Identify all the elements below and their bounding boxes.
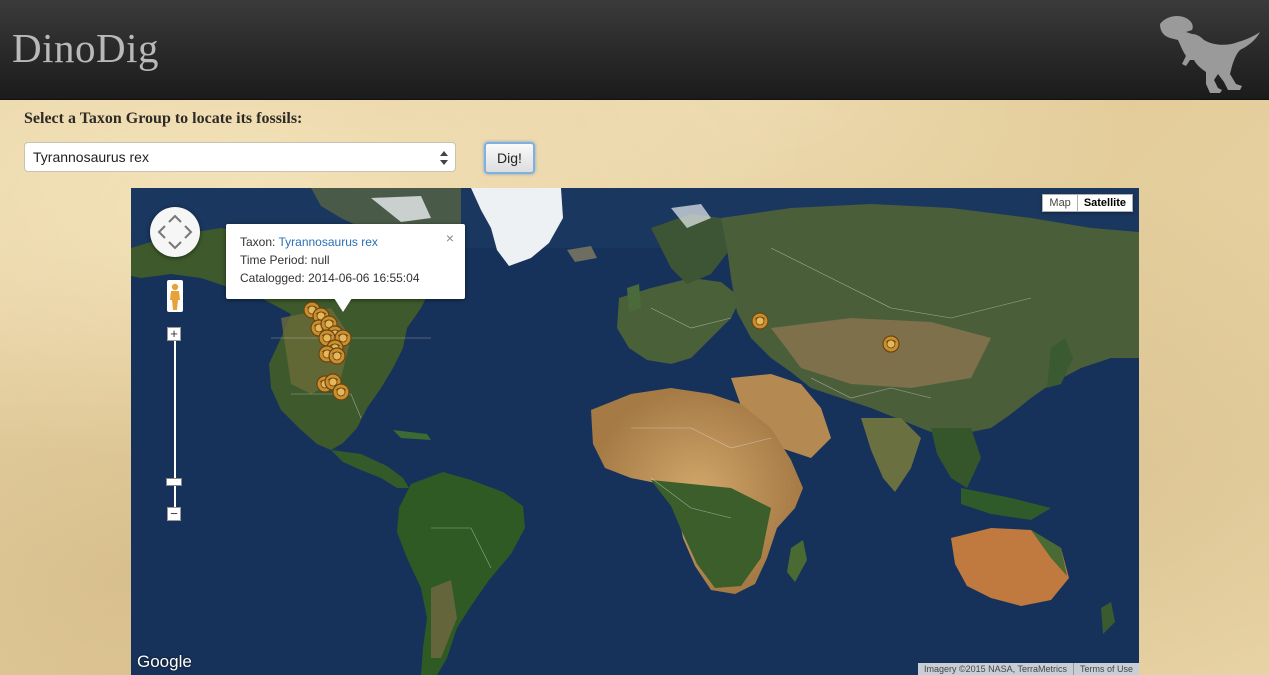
info-close-icon[interactable]: × [446,229,454,247]
site-header: DinoDig [0,0,1269,100]
info-catalogued-row: Catalogged: 2014-06-06 16:55:04 [240,269,451,287]
taxon-select-value: Tyrannosaurus rex [33,149,149,165]
info-window-tail [334,298,352,312]
fossil-marker[interactable] [332,383,350,401]
info-catalogued-label: Catalogged: [240,271,305,285]
zoom-slider-thumb[interactable] [166,478,182,486]
street-view-pegman-icon[interactable] [167,280,183,312]
map-type-satellite-button[interactable]: Satellite [1077,194,1133,212]
pan-control[interactable] [150,207,200,257]
fossil-marker[interactable] [882,335,900,353]
map-credits: Imagery ©2015 NASA, TerraMetrics Terms o… [917,663,1139,675]
info-catalogued-value: 2014-06-06 16:55:04 [308,271,420,285]
zoom-in-button[interactable]: + [167,327,181,341]
info-taxon-row: Taxon: Tyrannosaurus rex [240,233,451,251]
select-arrows-icon [440,151,448,165]
dig-button[interactable]: Dig! [484,142,535,174]
taxon-prompt-label: Select a Taxon Group to locate its fossi… [24,110,303,127]
fossil-info-window: Taxon: Tyrannosaurus rex Time Period: nu… [226,224,465,312]
fossil-marker[interactable] [751,312,769,330]
fossil-marker[interactable] [328,347,346,365]
google-logo[interactable]: Google [137,652,192,672]
info-period-value: null [310,253,330,267]
info-taxon-label: Taxon: [240,235,276,249]
map-type-map-button[interactable]: Map [1042,194,1078,212]
fossil-map[interactable]: Map Satellite + − Taxon: Tyrannosaurus r… [131,188,1139,675]
map-type-control: Map Satellite [1042,194,1133,212]
site-title[interactable]: DinoDig [12,24,159,72]
imagery-credit: Imagery ©2015 NASA, TerraMetrics [917,663,1073,675]
trex-silhouette-icon [1160,16,1260,93]
info-taxon-link[interactable]: Tyrannosaurus rex [278,235,377,249]
info-period-label: Time Period: [240,253,308,267]
taxon-select[interactable]: Tyrannosaurus rex [24,142,456,172]
pan-arrows-icon [157,214,193,250]
terms-of-use-link[interactable]: Terms of Use [1072,663,1139,675]
info-period-row: Time Period: null [240,251,451,269]
zoom-out-button[interactable]: − [167,507,181,521]
zoom-slider-track[interactable] [174,334,176,514]
